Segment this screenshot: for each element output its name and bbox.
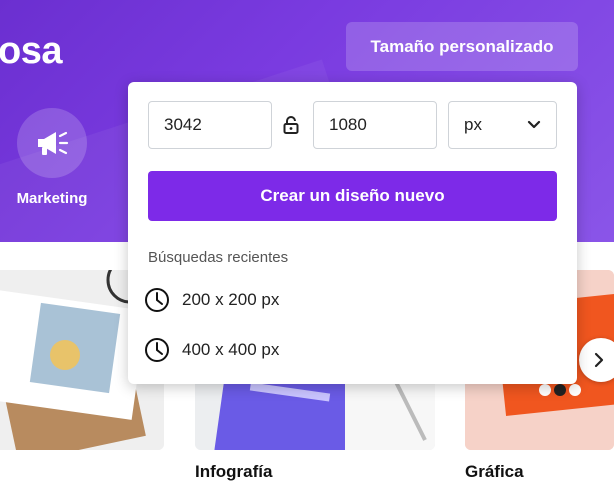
height-input[interactable]: 1080 xyxy=(313,101,437,149)
recent-search-item[interactable]: 400 x 400 px xyxy=(144,335,279,365)
chevron-right-icon xyxy=(594,352,604,368)
recent-search-label: 400 x 400 px xyxy=(182,340,280,359)
chevron-down-icon xyxy=(527,120,541,129)
unit-select[interactable]: px xyxy=(448,101,557,149)
clock-icon xyxy=(145,338,169,362)
category-marketing-button[interactable] xyxy=(17,108,87,178)
template-label-infographic[interactable]: Infografía xyxy=(195,462,272,482)
recent-search-label: 200 x 200 px xyxy=(182,290,280,309)
hero-title: osa xyxy=(0,30,62,72)
custom-size-panel: 3042 1080 px Crear un diseño nuevo Búsqu… xyxy=(128,82,577,384)
megaphone-icon xyxy=(38,131,69,155)
custom-size-button[interactable]: Tamaño personalizado xyxy=(346,22,578,71)
create-design-button[interactable]: Crear un diseño nuevo xyxy=(148,171,557,221)
unlock-icon[interactable] xyxy=(282,115,300,135)
width-input[interactable]: 3042 xyxy=(148,101,272,149)
clock-icon xyxy=(145,288,169,312)
recent-search-item[interactable]: 200 x 200 px xyxy=(144,285,279,315)
category-marketing-label[interactable]: Marketing xyxy=(0,190,104,207)
recent-searches-title: Búsquedas recientes xyxy=(148,249,289,266)
unit-select-value: px xyxy=(464,115,482,134)
template-label-chart[interactable]: Gráfica xyxy=(465,462,524,482)
